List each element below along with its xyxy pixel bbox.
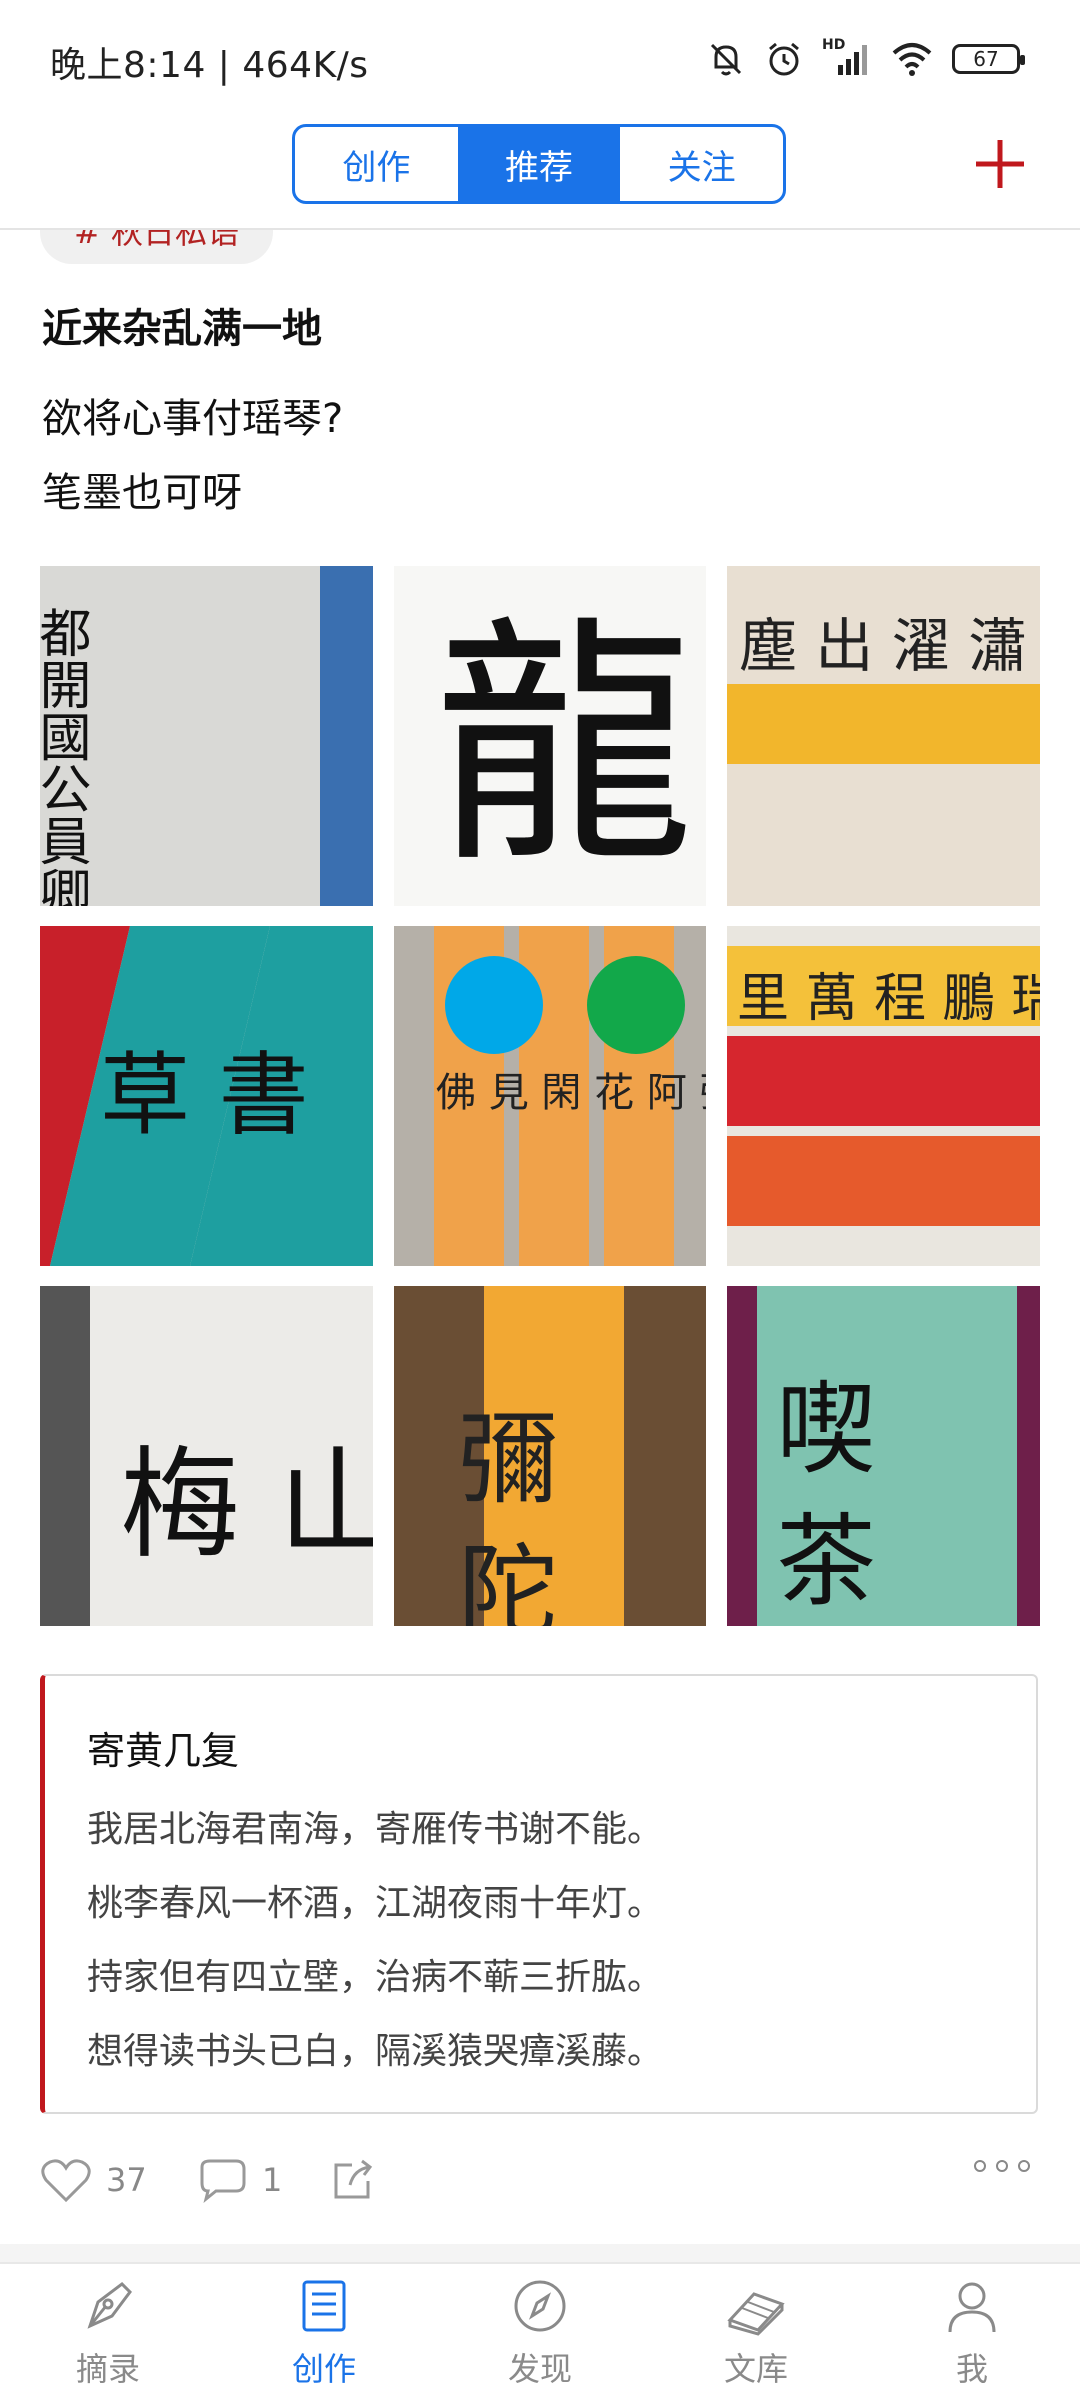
tab-follow[interactable]: 关注 <box>620 127 783 201</box>
share-button[interactable] <box>330 2150 376 2210</box>
calligraphy-image[interactable]: 彌 陀 佛 <box>394 1286 706 1626</box>
feed-tab-switcher: 创作 推荐 关注 <box>292 124 786 204</box>
poem-title: 寄黄几复 <box>87 1729 240 1773</box>
poem-line: 桃李春风一杯酒，江湖夜雨十年灯。 <box>87 1883 664 1924</box>
more-icon[interactable] <box>974 2160 1030 2172</box>
image-calligraphy-text: 塵 出 濯 瀟 佛 見 閑 花 鳳 威 麟 <box>739 612 1040 680</box>
image-grid: 都開國公員卿撰 集賢學士李陽冰 稱之是誣也有 豈仁乎論譔之 敢懼不 龍 塵 出 … <box>40 566 1040 1626</box>
feed-separator <box>0 2244 1080 2262</box>
nav-me[interactable]: 我 <box>864 2264 1080 2402</box>
nav-label: 文库 <box>723 2350 788 2388</box>
calligraphy-image[interactable]: 龍 <box>394 566 706 906</box>
status-icons: HD 67 <box>706 34 1025 84</box>
comment-icon <box>200 2159 246 2203</box>
top-nav: 创作 推荐 关注 <box>0 120 1080 230</box>
poem-line: 持家但有四立壁，治病不蕲三折肱。 <box>87 1957 664 1998</box>
tab-create[interactable]: 创作 <box>295 127 458 201</box>
image-calligraphy-text: 草 書 <box>100 1043 309 1148</box>
calligraphy-image[interactable]: 梅 山 <box>40 1286 373 1626</box>
image-calligraphy-text: 都開國公員卿撰 集賢學士李陽冰 稱之是誣也有 豈仁乎論譔之 敢懼不 <box>40 606 90 906</box>
post-line: 笔墨也可呀 <box>42 470 242 516</box>
image-calligraphy-text: 梅 山 <box>120 1436 373 1575</box>
image-calligraphy-text: 佛 見 閑 花 阿 彌 陀 通 瑞 國 <box>436 1070 706 1116</box>
battery-level: 67 <box>973 47 999 71</box>
plus-icon[interactable] <box>972 136 1028 192</box>
battery-icon: 67 <box>952 44 1025 74</box>
calligraphy-image[interactable]: 都開國公員卿撰 集賢學士李陽冰 稱之是誣也有 豈仁乎論譔之 敢懼不 <box>40 566 373 906</box>
signal-icon: HD <box>822 37 872 79</box>
heart-icon <box>41 2159 91 2203</box>
like-count: 37 <box>106 2161 147 2199</box>
nav-label: 发现 <box>507 2350 572 2388</box>
wifi-icon <box>892 43 932 76</box>
nav-label: 摘录 <box>75 2350 140 2388</box>
compass-icon <box>514 2280 566 2332</box>
nav-label: 我 <box>955 2350 988 2388</box>
post-line: 欲将心事付瑶琴? <box>42 396 344 442</box>
bottom-nav: 摘录 创作 发现 文库 我 <box>0 2262 1080 2402</box>
share-icon <box>334 2159 373 2199</box>
image-calligraphy-text: 喫 茶 <box>759 1376 876 1608</box>
nav-library[interactable]: 文库 <box>648 2264 864 2402</box>
poem-line: 想得读书头已白，隔溪猿哭瘴溪藤。 <box>87 2031 664 2072</box>
image-calligraphy-text: 彌 陀 佛 <box>441 1406 558 1626</box>
tab-recommend[interactable]: 推荐 <box>457 127 621 201</box>
person-icon <box>948 2282 996 2333</box>
calligraphy-image[interactable]: 塵 出 濯 瀟 佛 見 閑 花 鳳 威 麟 <box>727 566 1040 906</box>
post-actions: 37 1 <box>0 2140 1080 2220</box>
calligraphy-image[interactable]: 草 書 <box>40 926 373 1266</box>
floating-green-dot[interactable] <box>587 956 685 1054</box>
nav-discover[interactable]: 发现 <box>432 2264 648 2402</box>
document-icon <box>302 2280 346 2332</box>
poem-quote-card[interactable]: 寄黄几复 我居北海君南海，寄雁传书谢不能。 桃李春风一杯酒，江湖夜雨十年灯。 持… <box>40 1674 1038 2114</box>
image-calligraphy-text: 里 萬 程 鵬 瑞 鶴 里 萬 程 鵬 <box>737 969 1040 1029</box>
post-title: 近来杂乱满一地 <box>42 306 322 352</box>
calligraphy-image[interactable]: 里 萬 程 鵬 瑞 鶴 里 萬 程 鵬 <box>727 926 1040 1266</box>
nav-label: 创作 <box>291 2350 356 2388</box>
comment-count: 1 <box>262 2161 283 2199</box>
mute-bell-icon <box>710 43 742 76</box>
nav-excerpt[interactable]: 摘录 <box>0 2264 216 2402</box>
image-calligraphy-text: 龍 <box>434 596 694 898</box>
calligraphy-image[interactable]: 喫 茶 <box>727 1286 1040 1626</box>
status-bar: 晚上8:14 | 464K/s HD 67 <box>0 0 1080 120</box>
pen-nib-icon <box>87 2282 132 2329</box>
like-button[interactable]: 37 <box>40 2150 147 2210</box>
status-time-speed: 晚上8:14 | 464K/s <box>50 45 369 86</box>
comment-button[interactable]: 1 <box>196 2150 282 2210</box>
alarm-icon <box>769 42 799 76</box>
books-icon <box>727 2292 785 2336</box>
poem-line: 我居北海君南海，寄雁传书谢不能。 <box>87 1809 664 1850</box>
nav-create[interactable]: 创作 <box>216 2264 432 2402</box>
floating-blue-dot[interactable] <box>445 956 543 1054</box>
